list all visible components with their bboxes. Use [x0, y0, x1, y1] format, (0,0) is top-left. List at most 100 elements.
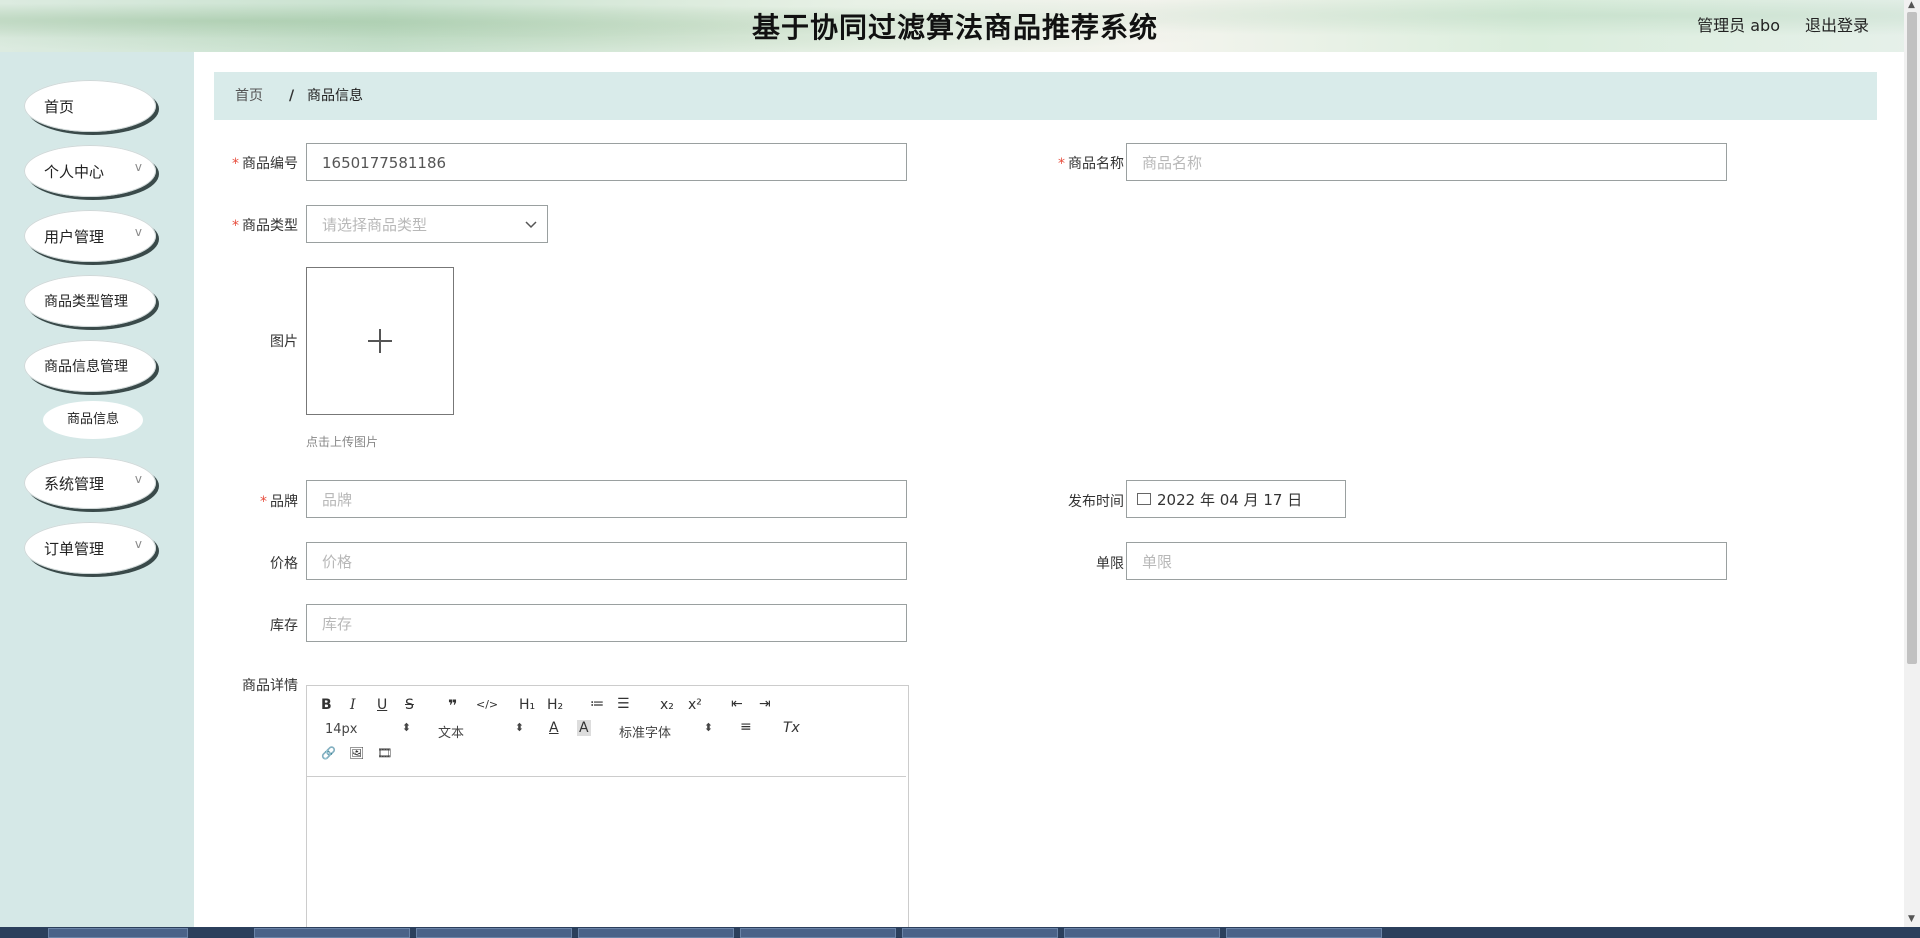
- chevron-down-icon: v: [134, 537, 142, 551]
- breadcrumb-separator: /: [289, 88, 295, 104]
- logout-link[interactable]: 退出登录: [1805, 12, 1869, 36]
- sidebar-item-product-type-management[interactable]: 商品类型管理: [24, 275, 156, 327]
- video-icon[interactable]: 🎞: [377, 746, 392, 760]
- image-upload-button[interactable]: [306, 267, 454, 415]
- align-icon[interactable]: ≡: [740, 719, 752, 735]
- unit-limit-input[interactable]: 单限: [1126, 542, 1727, 580]
- image-label: 图片: [270, 334, 298, 350]
- header-1-icon[interactable]: H₁: [519, 697, 535, 713]
- outdent-icon[interactable]: ⇤: [731, 696, 743, 712]
- scroll-down-icon[interactable]: ▼: [1908, 914, 1915, 924]
- editor-body[interactable]: [307, 777, 906, 934]
- editor-toolbar: B I U S ❞ </> H₁ H₂ ≔ ☰ x₂ x² ⇤ ⇥ 14px ⬍ …: [307, 686, 906, 777]
- required-mark: *: [1058, 156, 1065, 172]
- link-icon[interactable]: 🔗: [321, 746, 336, 760]
- taskbar-item[interactable]: [48, 928, 188, 938]
- unit-limit-label: 单限: [1096, 556, 1124, 572]
- taskbar-item[interactable]: [578, 928, 734, 938]
- sidebar-item-personal-center[interactable]: 个人中心 v: [24, 145, 156, 197]
- stock-label: 库存: [270, 618, 298, 634]
- breadcrumb-home[interactable]: 首页: [235, 72, 263, 120]
- taskbar-item[interactable]: [1064, 928, 1220, 938]
- header-2-icon[interactable]: H₂: [547, 697, 563, 713]
- publish-time-label: 发布时间: [1068, 494, 1124, 510]
- updown-icon: ⬍: [514, 721, 524, 734]
- brand-label: * 品牌: [208, 491, 298, 511]
- sidebar: 首页 个人中心 v 用户管理 v 商品类型管理 商品信息管理 商品信息 系统管理…: [0, 52, 194, 927]
- product-code-label: * 商品编号: [208, 153, 298, 173]
- superscript-icon[interactable]: x²: [688, 697, 702, 713]
- chevron-down-icon: [525, 206, 537, 259]
- taskbar-item[interactable]: [740, 928, 896, 938]
- sidebar-subitem-product-info[interactable]: 商品信息: [43, 401, 143, 439]
- sidebar-item-order-management[interactable]: 订单管理 v: [24, 522, 156, 574]
- font-size-select[interactable]: 14px ⬍: [325, 721, 411, 737]
- chevron-down-icon: v: [134, 225, 142, 239]
- code-block-icon[interactable]: </>: [476, 698, 498, 711]
- chevron-down-icon: v: [134, 160, 142, 174]
- blockquote-icon[interactable]: ❞: [448, 696, 457, 715]
- details-label: 商品详情: [242, 678, 298, 694]
- sidebar-item-label: 商品类型管理: [44, 294, 128, 310]
- taskbar-item[interactable]: [902, 928, 1058, 938]
- sidebar-item-label: 用户管理: [44, 228, 105, 246]
- background-color-icon[interactable]: A: [577, 720, 591, 736]
- bold-icon[interactable]: B: [321, 697, 332, 713]
- sidebar-item-system-management[interactable]: 系统管理 v: [24, 457, 156, 509]
- italic-icon[interactable]: I: [350, 697, 356, 713]
- taskbar-item[interactable]: [1226, 928, 1382, 938]
- bullet-list-icon[interactable]: ☰: [617, 696, 630, 712]
- price-input[interactable]: 价格: [306, 542, 907, 580]
- page-scrollbar[interactable]: ▲ ▼: [1904, 0, 1920, 927]
- publish-time-date-picker[interactable]: 2022 年 04 月 17 日: [1126, 480, 1346, 518]
- sidebar-item-product-info-management[interactable]: 商品信息管理: [24, 340, 156, 392]
- app-title: 基于协同过滤算法商品推荐系统: [751, 11, 1158, 44]
- ordered-list-icon[interactable]: ≔: [590, 696, 604, 712]
- font-size-value: 14px: [325, 722, 358, 737]
- label-text: 商品编号: [242, 156, 298, 172]
- label-text: 品牌: [270, 494, 298, 510]
- taskbar-item[interactable]: [254, 928, 410, 938]
- format-value: 文本: [438, 726, 465, 741]
- clear-format-icon[interactable]: Tx: [783, 720, 800, 736]
- sidebar-item-user-management[interactable]: 用户管理 v: [24, 210, 156, 262]
- image-icon[interactable]: 🖼: [349, 746, 364, 760]
- rich-text-editor: B I U S ❞ </> H₁ H₂ ≔ ☰ x₂ x² ⇤ ⇥ 14px ⬍ …: [306, 685, 909, 937]
- indent-icon[interactable]: ⇥: [759, 696, 771, 712]
- chevron-down-icon: v: [134, 472, 142, 486]
- stock-input[interactable]: 库存: [306, 604, 907, 642]
- strike-icon[interactable]: S: [405, 697, 414, 713]
- header-banner: 基于协同过滤算法商品推荐系统 管理员 abo 退出登录: [0, 0, 1920, 52]
- product-code-field[interactable]: 1650177581186: [306, 143, 907, 181]
- sidebar-item-home[interactable]: 首页: [24, 80, 156, 132]
- font-color-icon[interactable]: A: [549, 720, 559, 736]
- label-text: 商品类型: [242, 218, 298, 234]
- taskbar-item[interactable]: [416, 928, 572, 938]
- updown-icon: ⬍: [703, 721, 713, 734]
- updown-icon: ⬍: [401, 721, 411, 734]
- underline-icon[interactable]: U: [377, 697, 387, 713]
- required-mark: *: [260, 494, 267, 510]
- product-type-label: * 商品类型: [208, 215, 298, 235]
- scrollbar-thumb[interactable]: [1907, 12, 1917, 664]
- required-mark: *: [232, 156, 239, 172]
- product-name-label: * 商品名称: [1034, 153, 1124, 173]
- sidebar-item-label: 系统管理: [44, 475, 105, 493]
- label-text: 商品名称: [1068, 156, 1124, 172]
- sidebar-item-label: 订单管理: [44, 540, 105, 558]
- product-type-select[interactable]: 请选择商品类型: [306, 205, 548, 243]
- required-mark: *: [232, 218, 239, 234]
- brand-input[interactable]: 品牌: [306, 480, 907, 518]
- scroll-up-icon[interactable]: ▲: [1908, 0, 1915, 10]
- format-select[interactable]: 文本 ⬍: [438, 721, 524, 741]
- os-taskbar: [0, 927, 1920, 938]
- product-name-input[interactable]: 商品名称: [1126, 143, 1727, 181]
- breadcrumb: 首页 / 商品信息: [214, 72, 1877, 120]
- breadcrumb-current: 商品信息: [307, 88, 363, 104]
- select-placeholder: 请选择商品类型: [322, 216, 428, 234]
- upload-hint: 点击上传图片: [306, 435, 379, 449]
- sidebar-item-label: 商品信息管理: [44, 359, 128, 375]
- date-value: 2022 年 04 月 17 日: [1157, 491, 1303, 509]
- font-family-select[interactable]: 标准字体 ⬍: [619, 721, 713, 741]
- subscript-icon[interactable]: x₂: [660, 697, 674, 713]
